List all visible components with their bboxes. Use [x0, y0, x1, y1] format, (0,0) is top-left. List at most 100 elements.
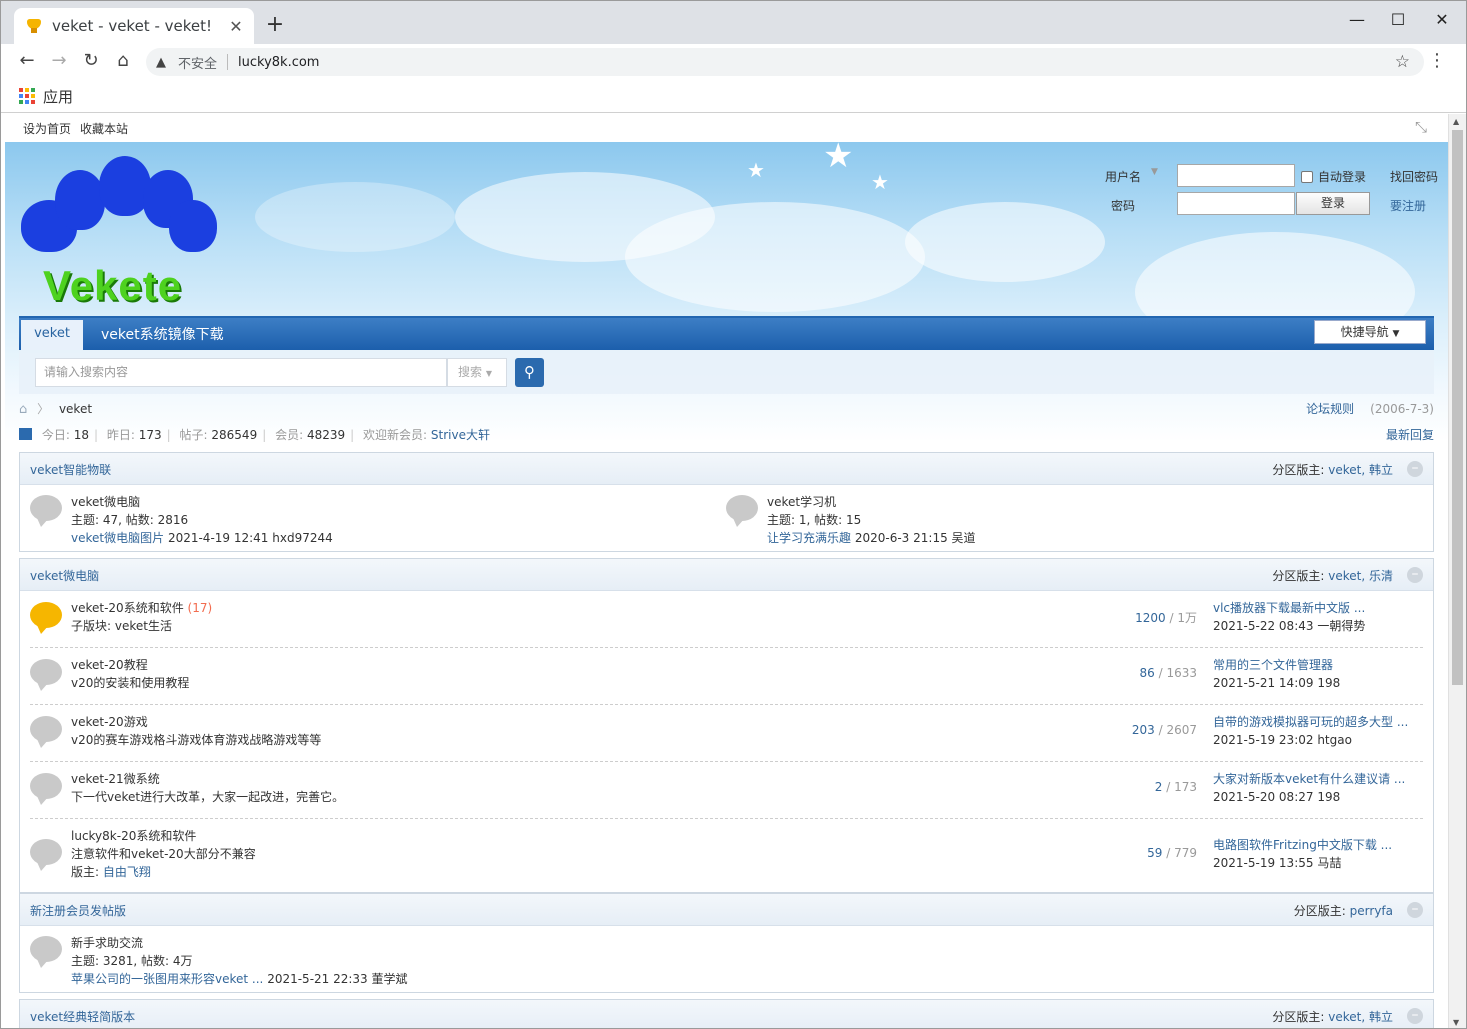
forgot-password-link[interactable]: 找回密码 [1390, 168, 1438, 185]
forum-name[interactable]: 新手求助交流 [71, 936, 143, 950]
thread-count: 1200 [1135, 611, 1166, 625]
forum-name[interactable]: veket学习机 [767, 495, 836, 509]
forum-counts: 1200 / 1万 [1135, 611, 1197, 625]
forum-info: 主题: 3281, 帖数: 4万 [71, 954, 193, 968]
forum-desc: v20的赛车游戏格斗游戏体育游戏战略游戏等等 [71, 733, 322, 747]
new-tab-button[interactable]: + [263, 12, 287, 37]
maximize-button[interactable]: ☐ [1383, 10, 1413, 29]
thread-count: 2 [1154, 780, 1163, 794]
home-crumb-icon[interactable]: ⌂ [19, 402, 27, 417]
top-links: 设为首页 收藏本站 ⤡ [5, 114, 1448, 142]
menu-icon[interactable]: ⋮ [1428, 50, 1446, 71]
section-title[interactable]: veket经典轻简版本 [30, 1008, 135, 1025]
section-title[interactable]: veket智能物联 [30, 461, 111, 478]
moderator-label: 版主: [71, 865, 100, 879]
nav-item-veket[interactable]: veket [21, 320, 83, 350]
last-post-link[interactable]: 常用的三个文件管理器 [1213, 658, 1333, 672]
apps-icon[interactable] [19, 88, 35, 104]
nav-item-download[interactable]: veket系统镜像下载 [101, 324, 224, 344]
expand-icon[interactable]: ⤡ [1415, 118, 1427, 136]
username-label[interactable]: 用户名 [1105, 168, 1141, 185]
forum-last-link[interactable]: veket微电脑图片 [71, 531, 164, 545]
forum-bubble-icon [726, 495, 758, 527]
bookmark-site-link[interactable]: 收藏本站 [80, 120, 128, 137]
collapse-icon[interactable]: – [1407, 567, 1423, 583]
minimize-button[interactable]: — [1342, 10, 1372, 29]
bookmark-star-icon[interactable]: ☆ [1395, 52, 1410, 72]
scroll-down-icon[interactable]: ▼ [1453, 1018, 1459, 1027]
moderator-link[interactable]: 自由飞翔 [103, 865, 151, 879]
forum-stats: 今日: 18 | 昨日: 173 | 帖子: 286549 | 会员: 48239 | … [19, 426, 1434, 446]
apps-label[interactable]: 应用 [43, 86, 73, 107]
chart-icon [19, 428, 32, 440]
rules-date: (2006-7-3) [1370, 402, 1434, 416]
collapse-icon[interactable]: – [1407, 902, 1423, 918]
collapse-icon[interactable]: – [1407, 1008, 1423, 1024]
forum-item: veket学习机 主题: 1, 帖数: 15 让学习充满乐趣 2020-6-3 … [767, 493, 976, 547]
login-button[interactable]: 登录 [1296, 192, 1370, 215]
newest-member-link[interactable]: Strive大轩 [431, 428, 490, 442]
search-type-label: 搜索 [458, 365, 483, 379]
register-link[interactable]: 要注册 [1390, 197, 1426, 214]
page-content: 设为首页 收藏本站 ⤡ ★ ★ ★ Vekete 用户名 ▼ 自动登录 找回密码… [5, 114, 1448, 1028]
forum-last-link[interactable]: 苹果公司的一张图用来形容veket ... [71, 972, 263, 986]
post-count: 2607 [1166, 723, 1197, 737]
page-scrollbar[interactable]: ▲ ▼ [1448, 114, 1466, 1028]
window-close-button[interactable]: ✕ [1427, 10, 1457, 29]
forum-counts: 59 / 779 [1147, 846, 1197, 860]
home-icon[interactable]: ⌂ [111, 50, 135, 71]
search-type-select[interactable]: 搜索 ▼ [447, 358, 507, 387]
forum-last-link[interactable]: 让学习充满乐趣 [767, 531, 851, 545]
last-post-link[interactable]: vlc播放器下载最新中文版 ... [1213, 601, 1365, 615]
search-bar: 请输入搜索内容 搜索 ▼ ⚲ [19, 350, 1434, 394]
forum-name[interactable]: veket微电脑 [71, 495, 140, 509]
tab-active[interactable]: veket - veket - veket! ✕ [14, 8, 254, 44]
forum-item: veket-20教程 v20的安装和使用教程 [71, 656, 189, 692]
bookmarks-bar: 应用 [1, 80, 1466, 113]
username-input[interactable] [1177, 164, 1295, 187]
forum-name[interactable]: veket-20系统和软件 [71, 601, 184, 615]
reload-icon[interactable]: ↻ [79, 50, 103, 71]
forum-name[interactable]: veket-20游戏 [71, 715, 148, 729]
site-body: ★ ★ ★ Vekete 用户名 ▼ 自动登录 找回密码 密码 登录 要注册 v… [5, 136, 1448, 1028]
section-title[interactable]: veket微电脑 [30, 567, 99, 584]
forum-name[interactable]: veket-20教程 [71, 658, 148, 672]
tab-close-icon[interactable]: ✕ [226, 17, 246, 36]
tab-bar: veket - veket - veket! ✕ + — ☐ ✕ [1, 1, 1466, 44]
set-homepage-link[interactable]: 设为首页 [23, 120, 71, 137]
forum-last-meta: 2021-4-19 12:41 hxd97244 [167, 531, 333, 545]
last-post-meta: 2021-5-19 23:02 htgao [1213, 733, 1352, 747]
post-count: 173 [1174, 780, 1197, 794]
forum-rules-link[interactable]: 论坛规则 [1306, 402, 1354, 416]
search-input[interactable]: 请输入搜索内容 [35, 358, 447, 387]
post-count: 779 [1174, 846, 1197, 860]
scrollbar-thumb[interactable] [1452, 130, 1463, 685]
forum-item: veket-20游戏 v20的赛车游戏格斗游戏体育游戏战略游戏等等 [71, 713, 321, 749]
chevron-down-icon[interactable]: ▼ [1151, 167, 1158, 177]
breadcrumb-current[interactable]: veket [59, 402, 92, 416]
thread-count: 86 [1139, 666, 1155, 680]
quick-nav-button[interactable]: 快捷导航 ▼ [1314, 320, 1426, 344]
last-post-link[interactable]: 电路图软件Fritzing中文版下载 ... [1213, 838, 1392, 852]
insecure-label: 不安全 [178, 56, 218, 72]
address-bar[interactable]: ▲ 不安全 lucky8k.com ☆ [146, 48, 1424, 76]
last-post-meta: 2021-5-20 08:27 198 [1213, 790, 1341, 804]
forum-name[interactable]: veket-21微系统 [71, 772, 160, 786]
auto-login-checkbox[interactable] [1301, 171, 1313, 183]
back-icon[interactable]: ← [15, 50, 39, 71]
section-title[interactable]: 新注册会员发帖版 [30, 902, 126, 919]
site-logo[interactable]: Vekete [21, 156, 221, 309]
password-input[interactable] [1177, 192, 1295, 215]
latest-replies-link[interactable]: 最新回复 [1386, 426, 1434, 443]
collapse-icon[interactable]: – [1407, 461, 1423, 477]
forum-item: veket-21微系统 下一代veket进行大改革，大家一起改进，完善它。 [71, 770, 344, 806]
section-header: veket智能物联 分区版主: veket, 韩立 – [20, 453, 1433, 485]
forum-name[interactable]: lucky8k-20系统和软件 [71, 829, 196, 843]
forum-bubble-icon [30, 773, 62, 805]
section-mods: 分区版主: veket, 韩立 [1272, 1010, 1393, 1024]
search-icon[interactable]: ⚲ [515, 358, 544, 387]
forward-icon[interactable]: → [47, 50, 71, 71]
last-post-link[interactable]: 自带的游戏模拟器可玩的超多大型 ... [1213, 715, 1408, 729]
last-post-link[interactable]: 大家对新版本veket有什么建议请 ... [1213, 772, 1405, 786]
scroll-up-icon[interactable]: ▲ [1453, 117, 1459, 126]
